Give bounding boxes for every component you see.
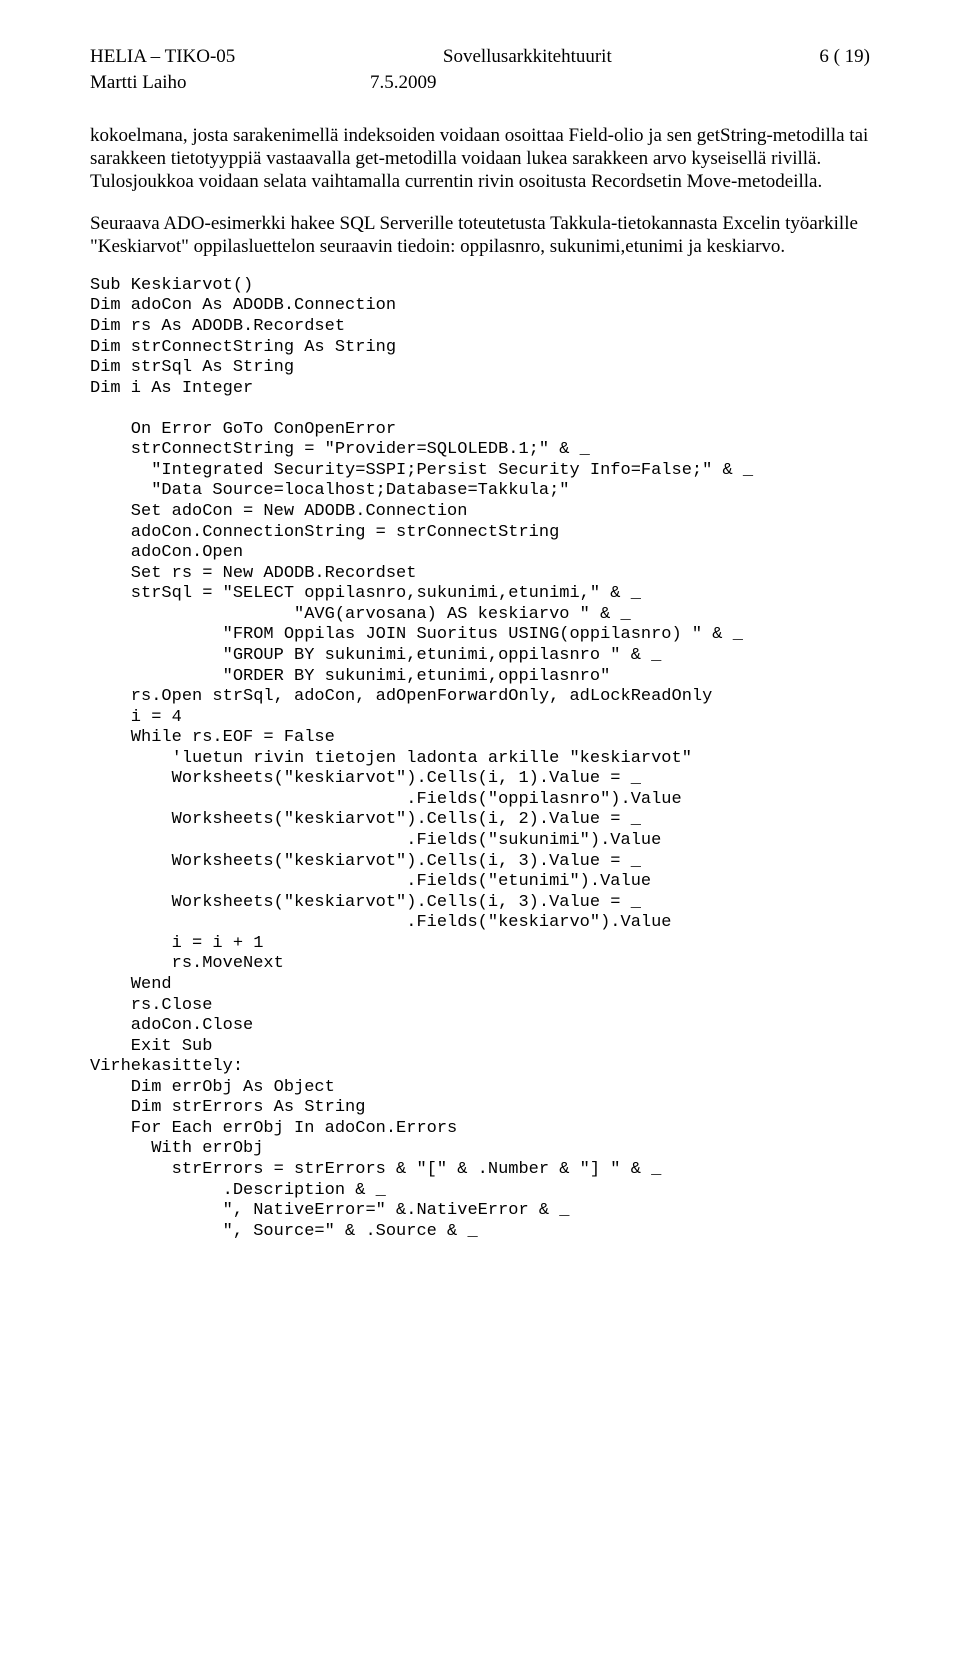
page-header: HELIA – TIKO-05 Sovellusarkkitehtuurit 6… [90,46,870,68]
code-block: Sub Keskiarvot() Dim adoCon As ADODB.Con… [90,276,870,1242]
paragraph-2: Seuraava ADO-esimerkki hakee SQL Serveri… [90,212,870,258]
body-text: kokoelmana, josta sarakenimellä indeksoi… [90,124,870,258]
document-date: 7.5.2009 [370,72,437,94]
paragraph-1: kokoelmana, josta sarakenimellä indeksoi… [90,124,870,194]
page: HELIA – TIKO-05 Sovellusarkkitehtuurit 6… [0,0,960,1668]
header-left: HELIA – TIKO-05 [90,46,235,68]
header-title: Sovellusarkkitehtuurit [235,46,819,68]
header-page-number: 6 ( 19) [819,46,870,68]
page-subheader: Martti Laiho 7.5.2009 [90,72,870,94]
author-name: Martti Laiho [90,72,370,94]
